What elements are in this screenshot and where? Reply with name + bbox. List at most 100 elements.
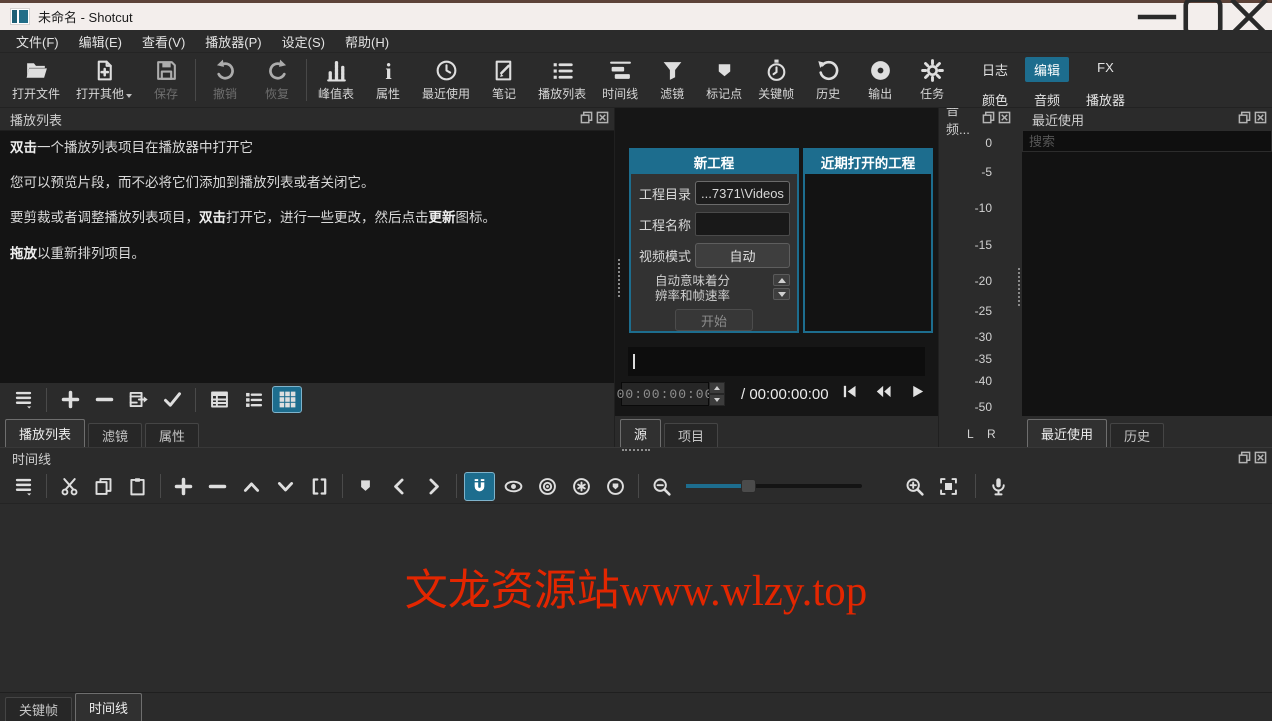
history-button[interactable]: 历史 (802, 56, 854, 104)
tab-history[interactable]: 历史 (1110, 423, 1165, 447)
timecode-up-button[interactable] (709, 382, 725, 394)
tab-playlist[interactable]: 播放列表 (5, 419, 86, 447)
float-panel-icon[interactable] (982, 111, 995, 127)
scrub-while-dragging-toggle[interactable] (498, 472, 529, 501)
overwrite-button[interactable] (270, 472, 301, 501)
maximize-button[interactable] (1180, 0, 1226, 37)
tab-keyframes[interactable]: 关键帧 (5, 697, 73, 721)
layout-editing-button[interactable]: 编辑 (1024, 57, 1069, 82)
zoom-in-button[interactable] (899, 472, 930, 501)
tab-recent[interactable]: 最近使用 (1027, 419, 1108, 447)
slider-handle[interactable] (741, 479, 756, 493)
timeline-menu-button[interactable] (8, 472, 39, 501)
peak-meter-button[interactable]: 峰值表 (310, 56, 362, 104)
layout-player-button[interactable]: 播放器 (1077, 87, 1134, 112)
menu-help[interactable]: 帮助(H) (335, 30, 399, 53)
vertical-splitter-grip[interactable] (618, 259, 620, 297)
menu-view[interactable]: 查看(V) (132, 30, 195, 53)
close-panel-icon[interactable] (1254, 451, 1267, 467)
float-panel-icon[interactable] (580, 111, 593, 127)
ripple-all-tracks-toggle[interactable] (566, 472, 597, 501)
menu-file[interactable]: 文件(F) (6, 30, 69, 53)
properties-button[interactable]: i 属性 (362, 56, 414, 104)
marker-button[interactable] (350, 472, 381, 501)
close-panel-icon[interactable] (1254, 111, 1267, 127)
project-name-input[interactable] (695, 212, 790, 236)
timeline-zoom-slider[interactable] (686, 476, 862, 496)
rewind-button[interactable] (875, 383, 892, 405)
paste-button[interactable] (122, 472, 153, 501)
view-details-button[interactable] (204, 386, 234, 413)
tab-project[interactable]: 项目 (664, 423, 719, 447)
recent-files-list[interactable] (1022, 152, 1272, 416)
panel-splitter[interactable] (1016, 108, 1022, 447)
playlist-select-button[interactable] (157, 386, 187, 413)
ripple-markers-toggle[interactable] (600, 472, 631, 501)
zoom-fit-button[interactable] (933, 472, 964, 501)
record-audio-button[interactable] (983, 472, 1014, 501)
append-button[interactable] (168, 472, 199, 501)
menu-player[interactable]: 播放器(P) (195, 30, 271, 53)
scroll-up-button[interactable] (773, 274, 790, 286)
redo-button[interactable]: 恢复 (251, 56, 303, 104)
playlist-remove-button[interactable] (89, 386, 119, 413)
tab-filters[interactable]: 滤镜 (88, 423, 143, 447)
snap-toggle[interactable] (464, 471, 495, 501)
menu-edit[interactable]: 编辑(E) (69, 30, 132, 53)
close-panel-icon[interactable] (596, 111, 609, 127)
view-tiles-button[interactable] (238, 386, 268, 413)
close-button[interactable] (1226, 0, 1272, 36)
next-marker-button[interactable] (418, 472, 449, 501)
search-input[interactable] (1022, 130, 1272, 152)
open-file-button[interactable]: 打开文件 (4, 56, 68, 104)
ripple-delete-button[interactable] (202, 472, 233, 501)
layout-logging-button[interactable]: 日志 (973, 57, 1017, 82)
play-button[interactable] (909, 383, 926, 405)
undo-button[interactable]: 撤销 (199, 56, 251, 104)
start-button[interactable]: 开始 (675, 309, 753, 331)
timeline-tracks-area[interactable]: 文龙资源站www.wlzy.top (0, 503, 1272, 692)
previous-marker-button[interactable] (384, 472, 415, 501)
minimize-button[interactable] (1134, 3, 1180, 30)
tab-timeline[interactable]: 时间线 (75, 693, 143, 721)
playlist-button[interactable]: 播放列表 (530, 56, 594, 104)
float-panel-icon[interactable] (1238, 451, 1251, 467)
lift-button[interactable] (236, 472, 267, 501)
timeline-button[interactable]: 时间线 (594, 56, 646, 104)
recent-projects-list[interactable] (805, 174, 931, 331)
cut-button[interactable] (54, 472, 85, 501)
timecode-down-button[interactable] (709, 394, 725, 406)
layout-fx-button[interactable]: FX (1077, 57, 1134, 82)
save-button[interactable]: 保存 (140, 56, 192, 104)
split-button[interactable] (304, 472, 335, 501)
playlist-add-button[interactable] (55, 386, 85, 413)
scroll-down-button[interactable] (773, 288, 790, 300)
horizontal-splitter-grip[interactable] (622, 449, 650, 451)
float-panel-icon[interactable] (1238, 111, 1251, 127)
current-timecode[interactable]: 00:00:00:00 (617, 382, 712, 406)
zoom-out-button[interactable] (646, 472, 677, 501)
close-panel-icon[interactable] (998, 111, 1011, 127)
ripple-toggle[interactable] (532, 472, 563, 501)
jobs-button[interactable]: 任务 (906, 56, 958, 104)
keyframes-button[interactable]: 关键帧 (750, 56, 802, 104)
open-other-button[interactable]: 打开其他 (68, 56, 140, 104)
recent-button[interactable]: 最近使用 (414, 56, 478, 104)
tab-properties[interactable]: 属性 (145, 423, 200, 447)
copy-button[interactable] (88, 472, 119, 501)
layout-audio-button[interactable]: 音频 (1025, 87, 1069, 112)
playlist-menu-button[interactable] (8, 386, 38, 413)
view-icons-button[interactable] (272, 386, 302, 413)
layout-color-button[interactable]: 颜色 (973, 87, 1017, 112)
playlist-update-button[interactable] (123, 386, 153, 413)
tab-source[interactable]: 源 (620, 419, 662, 447)
seek-bar[interactable] (628, 347, 925, 376)
markers-button[interactable]: 标记点 (698, 56, 750, 104)
skip-to-start-button[interactable] (841, 383, 858, 405)
export-button[interactable]: 输出 (854, 56, 906, 104)
menu-settings[interactable]: 设定(S) (272, 30, 335, 53)
filters-button[interactable]: 滤镜 (646, 56, 698, 104)
project-folder-button[interactable]: ...7371\Videos (695, 181, 790, 205)
notes-button[interactable]: 笔记 (478, 56, 530, 104)
video-mode-button[interactable]: 自动 (695, 243, 790, 268)
